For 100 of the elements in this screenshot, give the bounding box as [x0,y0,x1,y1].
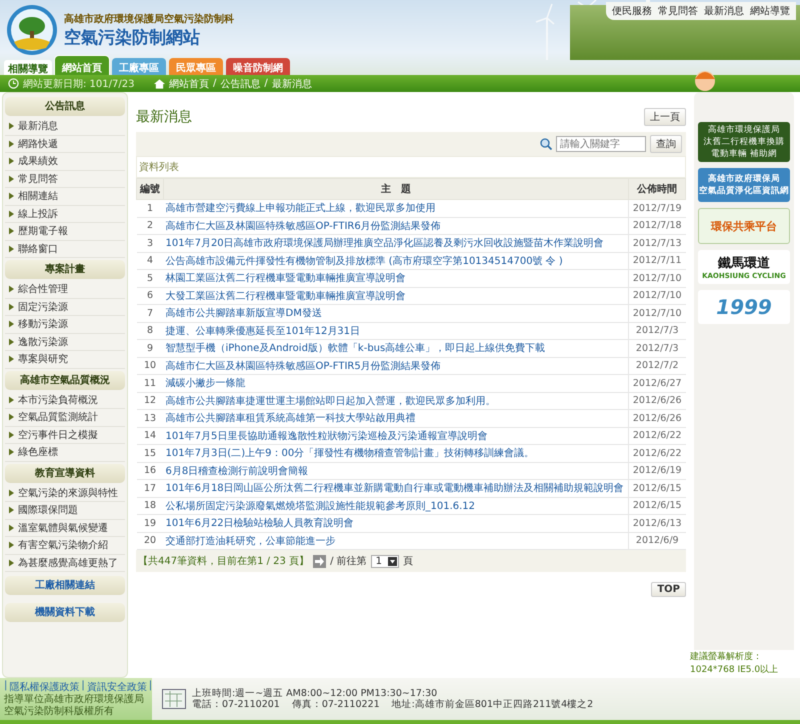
table-cell: 2012/7/10 [628,287,686,304]
update-date: 網站更新日期: 101/7/23 [23,78,134,90]
table-cell: 11 [136,374,164,392]
section-heading: 專案計畫 [5,260,125,279]
banner-link[interactable]: 環保共乘平台 [698,208,790,244]
search-button[interactable]: 查詢 [650,135,682,153]
news-link[interactable]: 6月8日稽查檢測行前說明會簡報 [166,466,308,477]
table-cell: 5 [136,270,164,287]
arrow-icon [9,174,14,183]
table-cell: 4 [136,252,164,270]
news-link[interactable]: 智慧型手機（iPhone及Android版）軟體「k-bus高雄公車」，即日起上線供免費下載 [166,343,546,354]
arrow-icon [9,192,14,200]
breadcrumb-separator: / [213,78,216,89]
sidebar-item[interactable]: 綠色座標 [5,444,125,462]
goto-label: / 前往第 [330,554,367,568]
news-link[interactable]: 高雄市公共腳踏車新版宣導DM發送 [166,308,322,320]
arrow-icon [9,285,14,294]
news-link[interactable]: 高雄市仁大區及林園區特殊敏感區OP-FTIR5月份監測結果發佈 [166,360,441,372]
link-separator: | [148,680,152,693]
top-link[interactable]: 網站導覽 [750,4,790,18]
sidebar-item[interactable]: 移動污染源 [5,316,125,334]
sidebar-item[interactable]: 國際環保問題 [5,502,125,520]
table-cell: 9 [136,340,164,357]
office-hours: 上班時間:週一~週五 AM8:00~12:00 PM13:30~17:30 [192,688,438,699]
go-arrow-icon[interactable] [313,554,326,568]
column-header: 主 題 [164,178,628,200]
banner-link[interactable]: 高雄市政府環保局 空氣品質淨化區資訊網 [698,168,790,202]
arrow-icon [9,210,14,218]
sidebar-item[interactable]: 有害空氣污染物介紹 [5,537,125,554]
sidebar-item[interactable]: 溫室氣體與氣候變遷 [5,520,125,537]
table-cell: 12 [136,392,164,410]
breadcrumb-link[interactable]: 網站首頁 [169,76,209,90]
section-heading: 教育宣導資料 [5,464,125,482]
arrow-icon [9,157,14,166]
top-link[interactable]: 便民服務 [612,4,652,18]
sidebar-item[interactable]: 聯絡窗口 [5,240,125,258]
top-link[interactable]: 最新消息 [704,4,744,18]
arrow-icon [9,430,14,439]
sidebar-item[interactable]: 本市污染負荷概況 [5,392,125,409]
map-icon[interactable] [162,689,186,709]
news-link[interactable]: 林園工業區汰舊二行程機車暨電動車輛推廣宣導說明會 [166,273,406,284]
news-link[interactable]: 公告高雄市設備元件揮發性有機物管制及排放標準 (高市府環空字第10134514700號 令 ) [166,256,563,267]
search-field[interactable]: 請輸入關鍵字 [556,136,646,152]
arrow-icon [9,413,14,422]
news-link[interactable]: 高雄市營建空污費線上申報功能正式上線，歡迎民眾多加使用 [166,203,436,214]
news-link[interactable]: 高雄市仁大區及林園區特殊敏感區OP-FTIR6月份監測結果發佈 [166,220,441,232]
sidebar-link[interactable]: 機關資料下載 [5,603,125,622]
news-link[interactable]: 大發工業區汰舊二行程機車暨電動車輛推廣宣導說明會 [166,290,406,302]
pager-summary: 【共447筆資料，目前在第1 / 23 頁】 [138,554,310,568]
table-cell: 15 [136,444,164,462]
banner-link[interactable]: 高雄市環境保護局 汰舊二行程機車換購 電動車輛 補助網 [698,122,790,162]
sidebar-item[interactable]: 歷期電子報 [5,223,125,240]
table-cell: 2012/7/11 [628,252,686,270]
news-link[interactable]: 高雄市公共腳踏車捷運世運主場館站即日起加入營運，歡迎民眾多加利用。 [166,396,496,407]
link-separator: | [81,680,85,693]
page-select[interactable]: 1 [370,554,400,568]
sidebar-item[interactable]: 空氣污染的來源與特性 [5,484,125,502]
news-link[interactable]: 101年7月20日高雄市政府環境保護局辦理推廣空品淨化區認養及剩污水回收設施暨苗木作業說明會 [166,238,604,250]
table-cell: 8 [136,322,164,340]
policy-link[interactable]: 資訊安全政策 [86,680,147,694]
home-icon[interactable] [154,78,165,88]
arrow-icon [9,488,14,497]
sidebar-item[interactable]: 固定污染源 [5,298,125,316]
sidebar-item[interactable]: 綜合性管理 [5,281,125,298]
table-cell: 2012/6/26 [628,392,686,410]
sidebar-item[interactable]: 空氣品質監測統計 [5,409,125,426]
news-link[interactable]: 交通部打造油耗研究，公車節能進一步 [166,536,336,547]
list-label: 資料列表 [136,156,686,178]
sidebar-item[interactable]: 最新消息 [5,118,125,136]
clock-icon [8,78,19,89]
sidebar-item[interactable]: 網路快遞 [5,136,125,153]
banner-link[interactable]: 1999 [698,290,790,324]
dropdown-icon [388,556,398,566]
column-header: 編號 [136,178,164,200]
top-button[interactable]: TOP [651,582,686,597]
news-link[interactable]: 公私場所固定污染源廢氣燃燒塔監測設施性能規範參考原則_101.6.12 [166,500,476,512]
news-link[interactable]: 101年7月5日里長協助通報逸散性粒狀物污染巡檢及污染通報宣導說明會 [166,430,488,442]
sidebar-link[interactable]: 工廠相關連結 [5,576,125,595]
top-link[interactable]: 常見問答 [658,4,698,18]
back-button[interactable]: 上一頁 [644,108,686,126]
sidebar-item[interactable]: 空污事件日之模擬 [5,426,125,444]
tree-logo-icon[interactable] [6,4,58,56]
news-link[interactable]: 高雄市公共腳踏車租賃系統高雄第一科技大學站啟用典禮 [166,413,416,424]
news-link[interactable]: 捷運、公車轉乘優惠延長至101年12月31日 [166,326,360,337]
sidebar-item[interactable]: 專案與研究 [5,351,125,368]
table-cell: 2012/6/15 [628,497,686,514]
news-link[interactable]: 101年7月3日(二)上午9：00分「揮發性有機物稽查管制計畫」技術轉移訓練會議。 [166,448,534,460]
news-link[interactable]: 101年6月18日岡山區公所汰舊二行程機車並新購電動自行車或電動機車補助辦法及相關補助規範說明會 [166,483,624,494]
sidebar-item[interactable]: 逸散污染源 [5,334,125,351]
sidebar-item[interactable]: 相關連結 [5,188,125,206]
sidebar-item[interactable]: 為甚麼感覺高雄更熱了 [5,554,125,572]
arrow-icon [9,355,14,364]
page-suffix: 頁 [403,555,414,568]
sidebar-item[interactable]: 成果績效 [5,153,125,170]
site-title[interactable]: 空氣污染防制網站 [64,26,234,48]
sidebar-item[interactable]: 常見問答 [5,170,125,188]
news-link[interactable]: 101年6月22日檢驗站檢驗人員教育說明會 [166,518,354,530]
sidebar-item[interactable]: 線上投訴 [5,206,125,223]
news-link[interactable]: 減碳小撇步一條龍 [166,378,246,390]
policy-link[interactable]: 隱私權保護政策 [9,680,80,694]
